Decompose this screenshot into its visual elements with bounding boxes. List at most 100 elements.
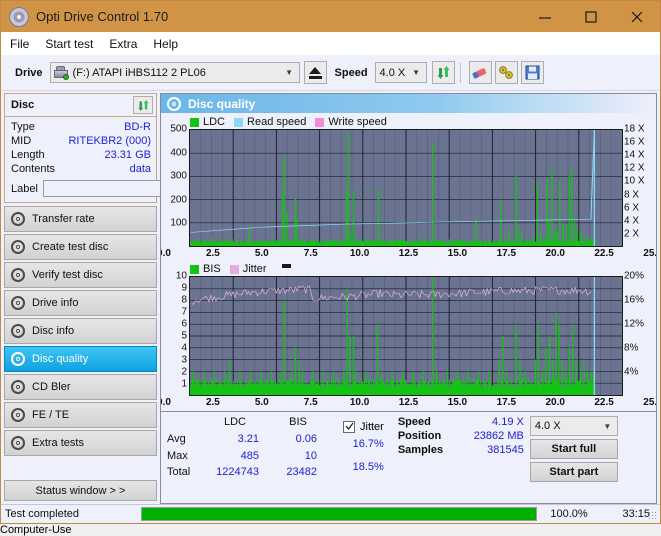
toolbar-separator: [459, 62, 461, 83]
jitter-checkbox-row[interactable]: Jitter: [343, 416, 384, 437]
jitter-marker-icon: [281, 264, 291, 268]
action-buttons: 4.0 X ▼ Start full Start part: [529, 416, 618, 482]
ldc-chart-y2-axis: 2 X4 X6 X8 X 10 X 12 X 14 X 16 X 18 X: [623, 124, 653, 247]
y-tick-label: 7: [181, 306, 187, 318]
legend-label-jitter: Jitter: [242, 263, 267, 275]
stats-max-bis: 10: [304, 449, 317, 462]
y-tick-label: 400: [170, 147, 187, 159]
sidebar-item-drive-info[interactable]: Drive info: [4, 290, 157, 316]
progress-percent: 100.0%: [550, 508, 588, 520]
stats-samples-key: Samples: [397, 444, 444, 456]
disc-row-mid-key: MID: [11, 135, 32, 147]
app-disc-icon: [9, 6, 29, 27]
disc-icon: [11, 408, 25, 422]
jitter-checkbox[interactable]: [343, 420, 355, 433]
disc-refresh-button[interactable]: [133, 96, 153, 114]
sidebar-item-label: Disc quality: [32, 353, 89, 365]
sidebar-item-extra-tests[interactable]: Extra tests: [4, 430, 157, 456]
status-text: Test completed: [5, 508, 79, 520]
sidebar-item-cd-bler[interactable]: CD Bler: [4, 374, 157, 400]
sidebar-item-create-test-disc[interactable]: Create test disc: [4, 234, 157, 260]
y-tick-label: 8: [181, 294, 187, 306]
progress-bar: [141, 507, 537, 521]
stats-avg-bis: 0.06: [295, 432, 317, 445]
menu-extra[interactable]: Extra: [109, 35, 146, 53]
minimize-button[interactable]: [522, 1, 568, 32]
resize-grip[interactable]: [648, 511, 658, 521]
y2-tick-label: 18 X: [624, 123, 645, 135]
y-tick-label: 500: [170, 123, 187, 135]
legend-swatch-write-speed: [315, 117, 325, 127]
x-tick-label: 2.5: [205, 397, 220, 408]
panel-title: Disc quality: [188, 96, 256, 111]
legend-label-bis: BIS: [203, 263, 221, 275]
maximize-button[interactable]: [568, 1, 614, 32]
stats-row-avg-key: Avg: [167, 432, 186, 445]
sidebar-item-transfer-rate[interactable]: Transfer rate: [4, 206, 157, 232]
y2-tick-label: 16%: [624, 294, 645, 306]
menu-help[interactable]: Help: [153, 35, 187, 53]
disc-icon: [11, 324, 25, 338]
ldc-chart-plot: [189, 129, 623, 247]
disc-row-contents: Contents data: [11, 162, 151, 176]
x-tick-label: 7.5: [303, 397, 318, 408]
stats-speed-key: Speed: [397, 416, 431, 428]
sidebar-item-disc-info[interactable]: Disc info: [4, 318, 157, 344]
start-part-button[interactable]: Start part: [529, 462, 618, 482]
stats-position-value: 23862 MB: [473, 430, 524, 442]
stats-samples-value: 381545: [487, 444, 524, 456]
x-tick-label: 17.5: [496, 397, 517, 408]
title-bar: Opti Drive Control 1.70: [1, 1, 660, 32]
y-tick-label: 2: [181, 366, 187, 378]
drive-select[interactable]: (F:) ATAPI iHBS112 2 PL06 ▼: [49, 62, 300, 83]
test-speed-select[interactable]: 4.0 X ▼: [529, 416, 618, 436]
drive-label: Drive: [15, 66, 43, 79]
stats-avg-jitter: 16.7%: [352, 438, 384, 451]
eject-button[interactable]: [303, 61, 327, 84]
speed-select[interactable]: 4.0 X ▼: [374, 62, 427, 83]
disc-label-key: Label: [11, 182, 38, 195]
sidebar-item-verify-test-disc[interactable]: Verify test disc: [4, 262, 157, 288]
stats-row-total-key: Total: [167, 466, 191, 479]
x-tick-label: 20.0: [545, 397, 565, 408]
sidebar-item-fe-te[interactable]: FE / TE: [4, 402, 157, 428]
refresh-button[interactable]: [431, 61, 455, 84]
menu-file[interactable]: File: [10, 35, 38, 53]
disc-row-mid-value: RITEKBR2 (000): [68, 135, 151, 147]
legend-swatch-read-speed: [234, 117, 244, 127]
close-button[interactable]: [614, 1, 660, 32]
legend-swatch-bis: [190, 264, 199, 274]
bis-chart-x-axis: 0.0 2.5 5.0 7.5 10.0 12.5 15.0 17.5 20.0 22.5 25.0…: [161, 396, 656, 411]
y-tick-label: 9: [181, 282, 187, 294]
stats-total-ldc: 1224743: [216, 466, 259, 479]
disc-icon: [11, 240, 25, 254]
test-speed-value: 4.0 X: [534, 420, 561, 432]
y-tick-label: 10: [175, 270, 187, 282]
status-bar: Test completed 100.0% 33:15: [1, 504, 660, 523]
toolbar: Drive (F:) ATAPI iHBS112 2 PL06 ▼ Speed …: [1, 55, 660, 91]
y-tick-label: 1: [181, 378, 187, 390]
stats-max-jitter: 18.5%: [352, 460, 384, 473]
legend-label-ldc: LDC: [203, 116, 226, 128]
disc-icon: [11, 352, 25, 366]
status-window-button[interactable]: Status window > >: [4, 480, 157, 501]
erase-button[interactable]: [468, 61, 492, 84]
x-tick-label: 10.0: [349, 248, 370, 259]
bis-chart-legend: BIS Jitter: [164, 262, 653, 276]
disc-info-rows: Type BD-R MID RITEKBR2 (000) Length 23.3…: [5, 117, 245, 202]
tools-icon: [499, 66, 513, 79]
panel-header: Disc quality: [161, 94, 656, 113]
drive-icon: [53, 65, 69, 80]
disc-row-contents-key: Contents: [11, 163, 56, 175]
sidebar-item-disc-quality[interactable]: Disc quality: [4, 346, 157, 372]
menu-start-test[interactable]: Start test: [45, 35, 102, 53]
tools-button[interactable]: [494, 61, 518, 84]
save-button[interactable]: [520, 61, 544, 84]
sidebar-item-label: Extra tests: [32, 437, 84, 449]
disc-row-length-key: Length: [11, 149, 45, 161]
y-tick-label: 100: [170, 217, 187, 229]
start-full-button[interactable]: Start full: [529, 439, 618, 459]
y2-tick-label: 6 X: [624, 202, 640, 214]
y2-tick-label: 16 X: [624, 136, 645, 148]
